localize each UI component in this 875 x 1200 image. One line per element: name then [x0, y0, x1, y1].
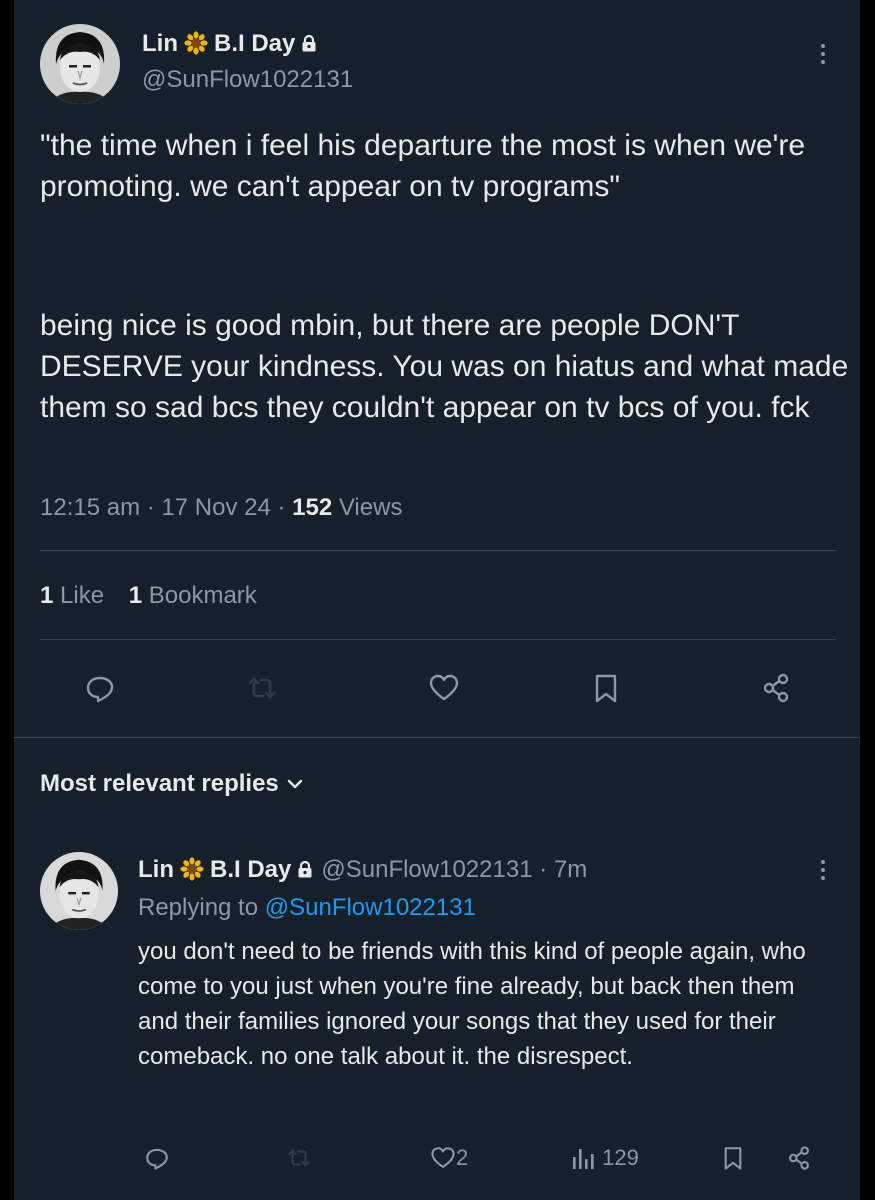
retweet-icon[interactable]	[246, 672, 278, 704]
retweet-icon	[288, 1149, 310, 1167]
author-name[interactable]: Lin B.I Day	[142, 30, 317, 58]
reply-retweet-button[interactable]	[286, 1145, 312, 1175]
heart-icon[interactable]	[428, 672, 460, 704]
replying-to: Replying to @SunFlow1022131	[138, 894, 476, 922]
reply-share-button[interactable]	[786, 1145, 812, 1175]
replies-header-label: Most relevant replies	[40, 770, 279, 797]
share-icon	[789, 1146, 809, 1170]
tweet-detail-screen: Lin B.I Day @SunFlow1022131 "the time wh…	[14, 0, 860, 1200]
author-handle[interactable]: @SunFlow1022131	[142, 66, 353, 94]
reply-bookmark-button[interactable]	[720, 1145, 746, 1175]
engagement-stats: 1 Like 1 Bookmark	[40, 582, 257, 610]
divider	[40, 550, 836, 551]
tweet-text-paragraph-1: "the time when i feel his departure the …	[40, 129, 814, 203]
views-count: 152	[292, 494, 333, 521]
bookmarks-stat[interactable]: 1 Bookmark	[129, 582, 257, 609]
likes-label: Like	[60, 582, 105, 609]
more-vertical-icon[interactable]	[820, 860, 826, 884]
tweet-meta: 12:15 am · 17 Nov 24 · 152 Views	[40, 494, 403, 521]
replying-to-handle-link[interactable]: @SunFlow1022131	[265, 894, 476, 921]
reply-views-count: 129	[602, 1145, 639, 1170]
divider	[40, 639, 836, 640]
bookmarks-count: 1	[128, 582, 143, 609]
more-vertical-icon[interactable]	[820, 44, 826, 68]
views-label: Views	[338, 494, 403, 521]
reply-handle: @SunFlow1022131	[321, 856, 533, 883]
reply-reply-button[interactable]	[144, 1145, 170, 1175]
replying-to-label: Replying to	[138, 894, 259, 921]
chevron-down-icon	[287, 779, 302, 789]
bookmarks-label: Bookmark	[148, 582, 257, 609]
tweet-date[interactable]: 17 Nov 24	[161, 494, 270, 521]
divider	[14, 737, 860, 738]
bookmark-icon[interactable]	[590, 672, 622, 704]
reply-name-suffix: B.I Day	[210, 856, 292, 883]
lock-icon	[301, 31, 317, 52]
name-suffix: B.I Day	[214, 30, 296, 57]
reply-text: you don't need to be friends with this k…	[138, 938, 806, 1070]
avatar[interactable]	[40, 24, 120, 104]
likes-count: 1	[40, 582, 54, 609]
heart-icon	[431, 1147, 455, 1168]
reply-author[interactable]: Lin B.I Day @SunFlow1022131 · 7m	[138, 856, 587, 884]
reply-avatar[interactable]	[40, 852, 118, 930]
replies-sort-dropdown[interactable]: Most relevant replies	[40, 770, 303, 798]
lock-icon	[297, 857, 313, 878]
reply-icon	[146, 1148, 168, 1170]
likes-stat[interactable]: 1 Like	[40, 582, 104, 609]
sunflower-icon	[184, 31, 208, 55]
views-bars-icon	[573, 1149, 594, 1169]
reply-views-button[interactable]: 129	[570, 1145, 639, 1175]
tweet-time[interactable]: 12:15 am	[40, 494, 140, 521]
reply-like-button[interactable]: 2	[430, 1145, 468, 1175]
reply-icon[interactable]	[84, 672, 116, 704]
reply-like-count: 2	[456, 1145, 469, 1170]
display-name: Lin	[142, 30, 178, 57]
tweet-text-paragraph-2: being nice is good mbin, but there are p…	[40, 309, 857, 424]
bookmark-icon	[724, 1147, 742, 1170]
share-icon[interactable]	[760, 672, 792, 704]
reply-display-name: Lin	[138, 856, 174, 883]
reply-age[interactable]: 7m	[554, 856, 587, 883]
sunflower-icon	[180, 857, 204, 881]
